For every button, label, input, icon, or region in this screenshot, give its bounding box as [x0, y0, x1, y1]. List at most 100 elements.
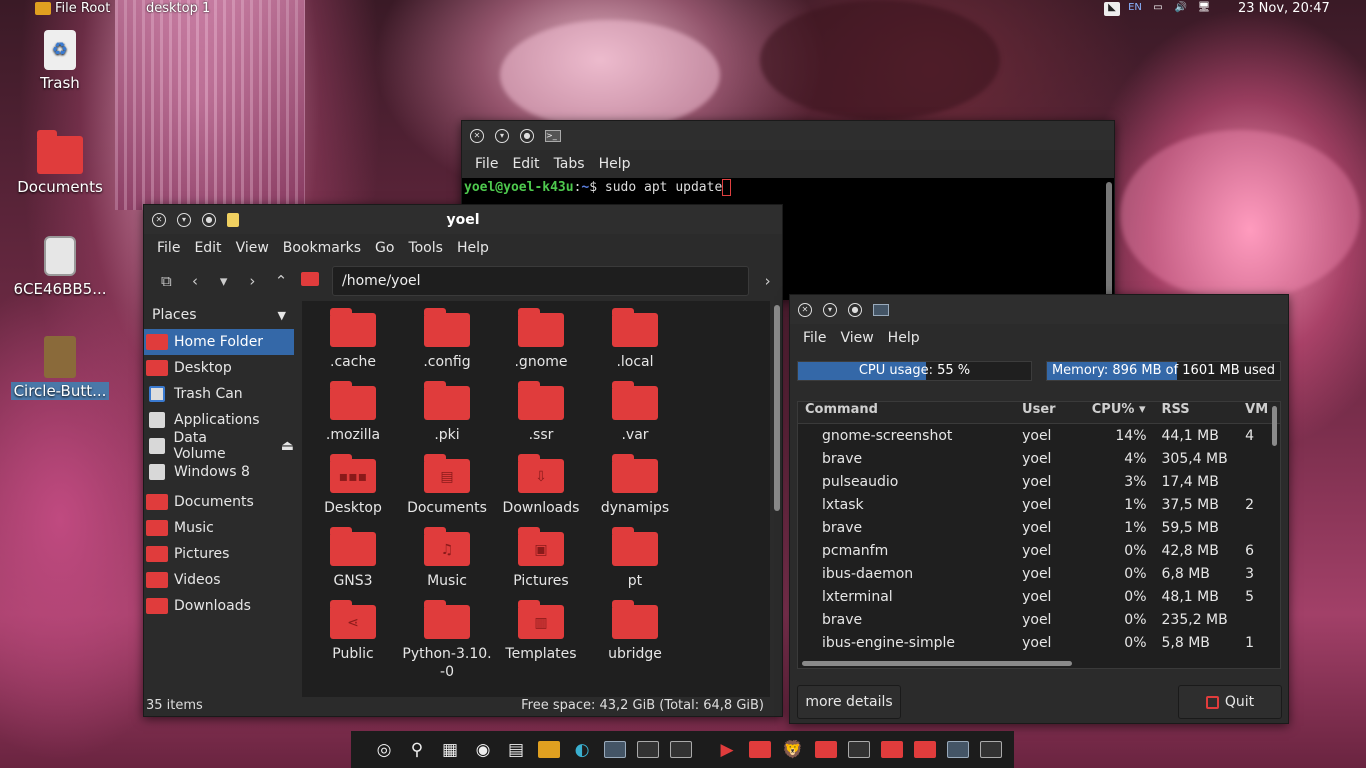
- menu-help[interactable]: Help: [881, 330, 927, 346]
- file-item[interactable]: .mozilla: [306, 374, 400, 444]
- terminal-task-icon[interactable]: [976, 735, 1006, 765]
- sidebar-item-home[interactable]: Home Folder: [144, 329, 294, 355]
- table-row[interactable]: brave yoel 1% 59,5 MB: [798, 516, 1280, 539]
- file-item[interactable]: ⇩ Downloads: [494, 447, 588, 517]
- folder-task-icon[interactable]: [745, 735, 775, 765]
- menu-file[interactable]: File: [796, 330, 833, 346]
- new-tab-icon[interactable]: ⧉: [152, 272, 181, 290]
- file-item[interactable]: .pki: [400, 374, 494, 444]
- table-row[interactable]: brave yoel 0% 235,2 MB: [798, 608, 1280, 631]
- table-row[interactable]: lxterminal yoel 0% 48,1 MB 5: [798, 585, 1280, 608]
- quit-button[interactable]: Quit: [1178, 685, 1282, 719]
- bookmark-downloads[interactable]: Downloads: [144, 593, 294, 619]
- youtube-icon[interactable]: ▶: [712, 735, 742, 765]
- table-row[interactable]: pulseaudio yoel 3% 17,4 MB: [798, 470, 1280, 493]
- column-user[interactable]: User: [1015, 402, 1085, 423]
- history-dropdown-icon[interactable]: ▾: [209, 272, 238, 290]
- process-table-vscrollbar[interactable]: [1272, 406, 1277, 446]
- menu-tools[interactable]: Tools: [401, 240, 450, 256]
- task-manager-task-icon[interactable]: [943, 735, 973, 765]
- sidebar-item-data-volume[interactable]: Data Volume ⏏: [144, 430, 294, 462]
- up-icon[interactable]: ⌃: [267, 272, 296, 290]
- desktop-icon-trash[interactable]: ♻ Trash: [10, 30, 110, 92]
- bookmark-videos[interactable]: Videos: [144, 567, 294, 593]
- maximize-icon[interactable]: ●: [520, 128, 534, 143]
- places-selector[interactable]: Places ▼: [144, 301, 294, 329]
- terminal-scrollbar[interactable]: [1106, 182, 1112, 298]
- table-row[interactable]: brave yoel 4% 305,4 MB: [798, 447, 1280, 470]
- file-manager-titlebar[interactable]: ✕ ▾ ● yoel: [144, 205, 782, 234]
- sidebar-item-windows8[interactable]: Windows 8: [144, 459, 294, 485]
- close-icon[interactable]: ✕: [152, 212, 166, 227]
- task-manager-titlebar[interactable]: ✕ ▾ ●: [790, 295, 1288, 324]
- file-item[interactable]: ▤ Documents: [400, 447, 494, 517]
- file-item[interactable]: ♫ Music: [400, 520, 494, 590]
- screenshot-icon[interactable]: ◉: [468, 735, 498, 765]
- column-cpu[interactable]: CPU% ▾: [1085, 402, 1155, 423]
- file-manager-launcher-icon[interactable]: [534, 735, 564, 765]
- menu-edit[interactable]: Edit: [505, 156, 546, 172]
- menu-tabs[interactable]: Tabs: [547, 156, 592, 172]
- file-item[interactable]: ⋖ Public: [306, 593, 400, 663]
- clock[interactable]: 23 Nov, 20:47: [1238, 1, 1330, 16]
- path-input[interactable]: /home/yoel: [332, 266, 750, 296]
- edge-browser-icon[interactable]: ◐: [567, 735, 597, 765]
- file-item[interactable]: pt: [588, 520, 682, 590]
- file-item[interactable]: ubridge: [588, 593, 682, 663]
- menu-edit[interactable]: Edit: [187, 240, 228, 256]
- file-item[interactable]: Python-3.10.-0: [400, 593, 494, 681]
- forward-icon[interactable]: ›: [238, 272, 267, 290]
- terminal-titlebar[interactable]: ✕ ▾ ● >_: [462, 121, 1114, 150]
- file-item[interactable]: ▣ Pictures: [494, 520, 588, 590]
- file-item[interactable]: .ssr: [494, 374, 588, 444]
- menu-view[interactable]: View: [229, 240, 276, 256]
- column-rss[interactable]: RSS: [1155, 402, 1239, 423]
- table-row[interactable]: pcmanfm yoel 0% 42,8 MB 6: [798, 539, 1280, 562]
- process-table-hscrollbar[interactable]: [802, 661, 1072, 666]
- file-item[interactable]: dynamips: [588, 447, 682, 517]
- table-row[interactable]: lxtask yoel 1% 37,5 MB 2: [798, 493, 1280, 516]
- terminal-launcher-icon-2[interactable]: [666, 735, 696, 765]
- menu-help[interactable]: Help: [592, 156, 638, 172]
- folder-task-icon[interactable]: [811, 735, 841, 765]
- minimize-icon[interactable]: ▾: [823, 302, 837, 317]
- desktop-icon-drive[interactable]: 6CE46BB5...: [10, 236, 110, 298]
- go-icon[interactable]: ›: [753, 272, 782, 290]
- volume-icon[interactable]: 🔊: [1173, 2, 1189, 16]
- folder-task-icon[interactable]: [910, 735, 940, 765]
- battery-icon[interactable]: ▭: [1150, 2, 1166, 16]
- task-manager-launcher-icon[interactable]: [600, 735, 630, 765]
- maximize-icon[interactable]: ●: [848, 302, 862, 317]
- folder-task-icon[interactable]: [877, 735, 907, 765]
- file-grid-scrollbar[interactable]: [774, 305, 780, 511]
- file-item[interactable]: ▥ Templates: [494, 593, 588, 663]
- menu-go[interactable]: Go: [368, 240, 401, 256]
- file-item[interactable]: .local: [588, 301, 682, 371]
- eject-icon[interactable]: ⏏: [281, 438, 294, 454]
- file-item[interactable]: GNS3: [306, 520, 400, 590]
- sidebar-item-trash[interactable]: Trash Can: [144, 381, 294, 407]
- more-details-button[interactable]: more details: [797, 685, 901, 719]
- terminal-task-icon[interactable]: [844, 735, 874, 765]
- file-item[interactable]: .cache: [306, 301, 400, 371]
- close-icon[interactable]: ✕: [798, 302, 812, 317]
- notification-icon[interactable]: ◣: [1104, 2, 1120, 16]
- menu-help[interactable]: Help: [450, 240, 496, 256]
- menu-file[interactable]: File: [468, 156, 505, 172]
- terminal-launcher-icon[interactable]: [633, 735, 663, 765]
- search-icon[interactable]: ⚲: [402, 735, 432, 765]
- keyboard-layout[interactable]: EN: [1127, 2, 1143, 16]
- column-command[interactable]: Command: [798, 402, 1015, 423]
- file-root-launcher[interactable]: File Root: [35, 1, 110, 16]
- sidebar-item-desktop[interactable]: Desktop: [144, 355, 294, 381]
- close-icon[interactable]: ✕: [470, 128, 484, 143]
- menu-file[interactable]: File: [150, 240, 187, 256]
- table-row[interactable]: ibus-engine-simple yoel 0% 5,8 MB 1: [798, 631, 1280, 654]
- menu-bookmarks[interactable]: Bookmarks: [276, 240, 368, 256]
- minimize-icon[interactable]: ▾: [177, 212, 191, 227]
- desktop-icon-archive[interactable]: Circle-Butt...: [10, 336, 110, 400]
- file-item[interactable]: .var: [588, 374, 682, 444]
- menu-view[interactable]: View: [833, 330, 880, 346]
- bookmark-documents[interactable]: Documents: [144, 489, 294, 515]
- window-switcher-icon[interactable]: ▦: [435, 735, 465, 765]
